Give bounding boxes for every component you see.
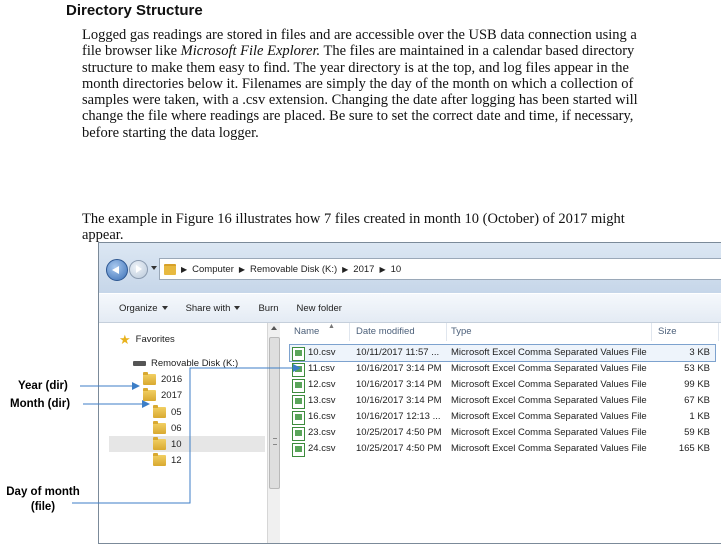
- day-callout-line2: (file): [30, 501, 56, 513]
- day-arrow: [72, 364, 301, 504]
- month-callout: Month (dir): [10, 398, 71, 410]
- day-of-month-callout: Day of month (file): [2, 485, 84, 515]
- day-callout-line1: Day of month: [6, 486, 80, 498]
- year-callout: Year (dir): [18, 380, 68, 392]
- callout-arrows: [72, 364, 301, 504]
